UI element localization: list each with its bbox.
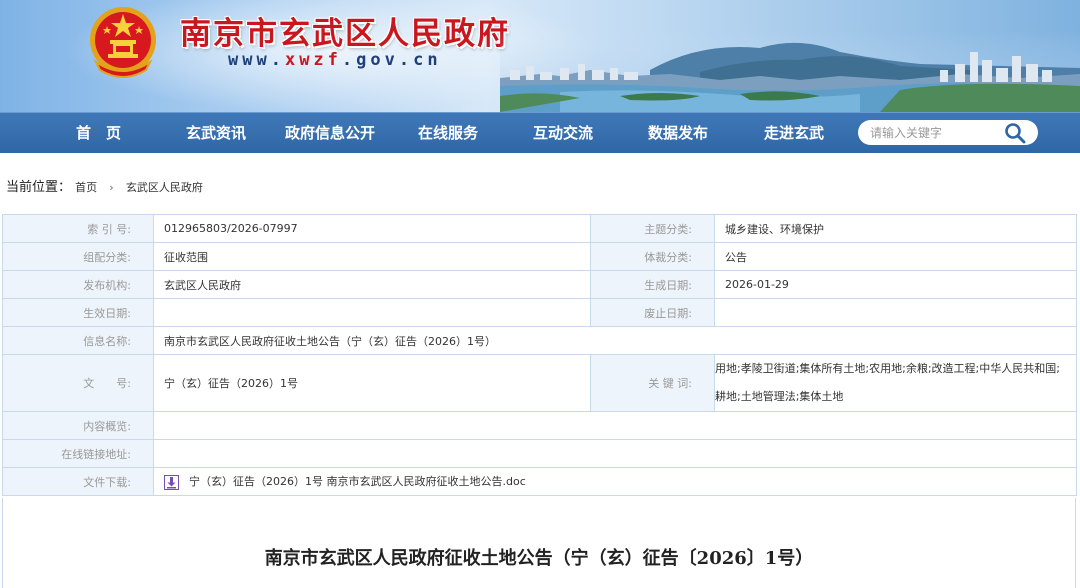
site-url-suffix: .gov.cn (341, 50, 442, 70)
index-number-label: 索 引 号: (2, 214, 154, 243)
effective-date-label: 生效日期: (2, 298, 154, 327)
city-lake-scenery-image (500, 30, 1080, 112)
keywords-label: 关 键 词: (590, 354, 715, 412)
site-url: www.xwzf.gov.cn (228, 50, 442, 70)
site-title[interactable]: 南京市玄武区人民政府 (180, 8, 510, 53)
search-icon[interactable] (1004, 122, 1026, 144)
info-name-label: 信息名称: (2, 326, 154, 355)
download-icon[interactable] (164, 474, 179, 490)
nav-item-about-xuanwu[interactable]: 走进玄武 (764, 113, 824, 153)
genre-category-value: 公告 (714, 242, 1077, 271)
nav-item-xuanwu-news[interactable]: 玄武资讯 (186, 113, 246, 153)
genre-category-label: 体裁分类: (590, 242, 715, 271)
breadcrumb-separator: › (109, 181, 114, 194)
info-name-value: 南京市玄武区人民政府征收土地公告（宁（玄）征告（2026）1号） (153, 326, 1077, 355)
file-download-link[interactable]: 宁（玄）征告（2026）1号 南京市玄武区人民政府征收土地公告.doc (189, 475, 526, 488)
document-content-area: 南京市玄武区人民政府征收土地公告（宁（玄）征告〔2026〕1号） (2, 498, 1076, 588)
table-row: 发布机构: 玄武区人民政府 生成日期: 2026-01-29 (2, 270, 1077, 299)
search-box (858, 120, 1038, 145)
repeal-date-label: 废止日期: (590, 298, 715, 327)
document-number-value: 宁（玄）征告（2026）1号 (153, 354, 591, 412)
nav-item-data-release[interactable]: 数据发布 (648, 113, 708, 153)
keywords-value: 用地;孝陵卫街道;集体所有土地;农用地;余粮;改造工程;中华人民共和国;耕地;土… (714, 354, 1077, 412)
topic-category-value: 城乡建设、环境保护 (714, 214, 1077, 243)
search-input[interactable] (870, 123, 1000, 142)
publisher-value: 玄武区人民政府 (153, 270, 591, 299)
site-header-banner: 南京市玄武区人民政府 www.xwzf.gov.cn (0, 0, 1080, 112)
online-link-label: 在线链接地址: (2, 439, 154, 468)
publisher-label: 发布机构: (2, 270, 154, 299)
online-link-value (153, 439, 1077, 468)
table-row: 组配分类: 征收范围 体裁分类: 公告 (2, 242, 1077, 271)
repeal-date-value (714, 298, 1077, 327)
nav-item-interaction[interactable]: 互动交流 (533, 113, 593, 153)
breadcrumb-item-home[interactable]: 首页 (75, 181, 97, 194)
file-download-label: 文件下载: (2, 467, 154, 496)
breadcrumb: 当前位置： 首页 › 玄武区人民政府 (6, 176, 203, 195)
table-row: 文件下载: 宁（玄）征告（2026）1号 南京市玄武区人民政府征收土地公告.do… (2, 467, 1077, 496)
content-summary-value (153, 411, 1077, 440)
effective-date-value (153, 298, 591, 327)
table-row: 信息名称: 南京市玄武区人民政府征收土地公告（宁（玄）征告（2026）1号） (2, 326, 1077, 355)
main-nav-bar: 首 页 玄武资讯 政府信息公开 在线服务 互动交流 数据发布 走进玄武 (0, 112, 1080, 153)
site-url-highlight: xwzf (284, 50, 342, 70)
site-url-prefix: www. (228, 50, 285, 70)
document-number-label: 文 号: (2, 354, 154, 412)
file-download-cell: 宁（玄）征告（2026）1号 南京市玄武区人民政府征收土地公告.doc (153, 467, 1077, 496)
table-row: 文 号: 宁（玄）征告（2026）1号 关 键 词: 用地;孝陵卫街道;集体所有… (2, 354, 1077, 412)
breadcrumb-label: 当前位置： (6, 180, 72, 195)
table-row: 索 引 号: 012965803/2026-07997 主题分类: 城乡建设、环… (2, 214, 1077, 243)
table-row: 内容概览: (2, 411, 1077, 440)
nav-item-home[interactable]: 首 页 (76, 113, 121, 153)
table-row: 生效日期: 废止日期: (2, 298, 1077, 327)
topic-category-label: 主题分类: (590, 214, 715, 243)
breadcrumb-item-district-gov[interactable]: 玄武区人民政府 (126, 181, 203, 194)
group-category-value: 征收范围 (153, 242, 591, 271)
created-date-label: 生成日期: (590, 270, 715, 299)
document-title: 南京市玄武区人民政府征收土地公告（宁（玄）征告〔2026〕1号） (264, 548, 814, 569)
table-row: 在线链接地址: (2, 439, 1077, 468)
national-emblem-icon[interactable] (86, 4, 160, 80)
created-date-value: 2026-01-29 (714, 270, 1077, 299)
nav-item-gov-info-disclosure[interactable]: 政府信息公开 (285, 113, 375, 153)
group-category-label: 组配分类: (2, 242, 154, 271)
index-number-value: 012965803/2026-07997 (153, 214, 591, 243)
nav-item-online-service[interactable]: 在线服务 (418, 113, 478, 153)
document-metadata-table: 索 引 号: 012965803/2026-07997 主题分类: 城乡建设、环… (2, 214, 1077, 496)
content-summary-label: 内容概览: (2, 411, 154, 440)
